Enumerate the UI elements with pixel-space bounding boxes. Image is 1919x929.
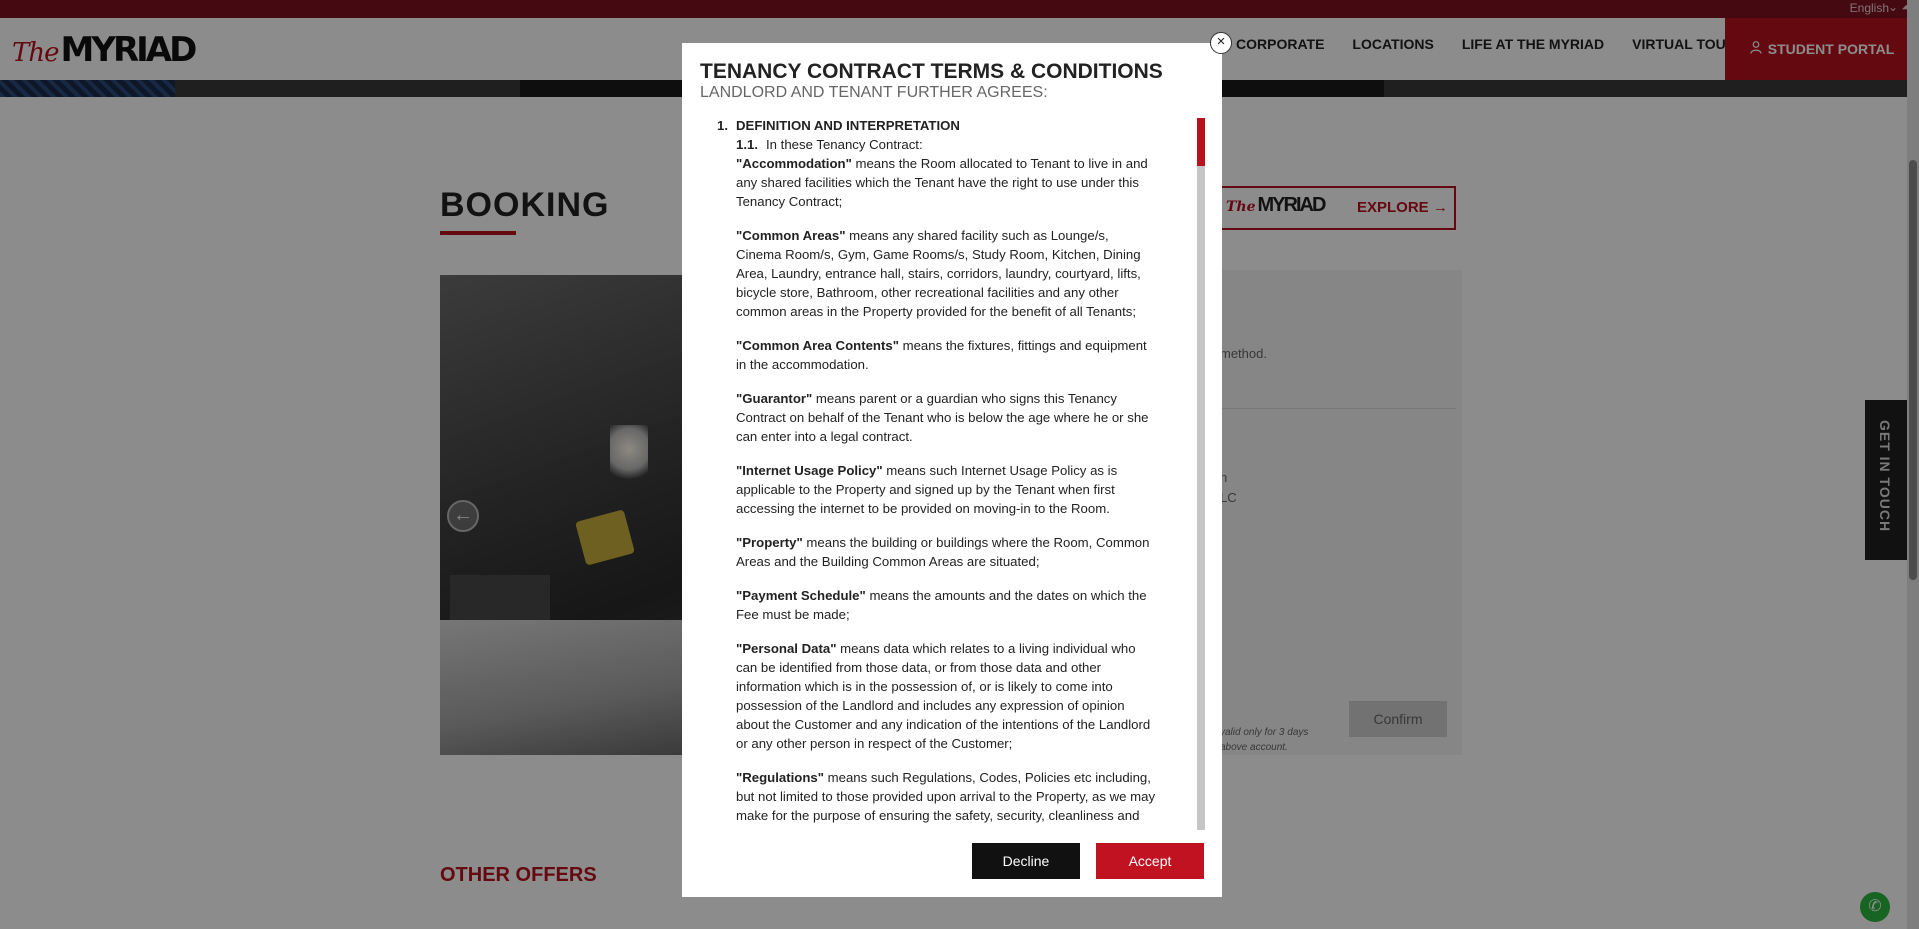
definition-term: "Common Area Contents" — [736, 338, 899, 353]
definition-item: "Accommodation" means the Room allocated… — [717, 154, 1157, 211]
definition-term: "Personal Data" — [736, 641, 837, 656]
definitions-list: "Accommodation" means the Room allocated… — [717, 154, 1157, 826]
definition-item: "Property" means the building or buildin… — [717, 533, 1157, 571]
modal-scrollbar[interactable] — [1197, 118, 1205, 830]
close-icon[interactable]: × — [1210, 32, 1232, 54]
definition-term: "Common Areas" — [736, 228, 846, 243]
definition-term: "Payment Schedule" — [736, 588, 866, 603]
section-number: 1. — [717, 118, 728, 133]
modal-subtitle: LANDLORD AND TENANT FURTHER AGREES: — [700, 84, 1048, 101]
definition-term: "Guarantor" — [736, 391, 813, 406]
clause-number: 1.1. — [736, 137, 758, 152]
definition-term: "Property" — [736, 535, 803, 550]
definition-item: "Payment Schedule" means the amounts and… — [717, 586, 1157, 624]
decline-button[interactable]: Decline — [972, 843, 1080, 879]
modal-title: TENANCY CONTRACT TERMS & CONDITIONS — [700, 60, 1163, 83]
terms-content[interactable]: 1. DEFINITION AND INTERPRETATION 1.1. In t… — [717, 116, 1157, 826]
definition-item: "Internet Usage Policy" means such Inter… — [717, 461, 1157, 518]
definition-item: "Personal Data" means data which relates… — [717, 639, 1157, 753]
terms-modal: TENANCY CONTRACT TERMS & CONDITIONS LAND… — [682, 43, 1222, 897]
definition-item: "Common Areas" means any shared facility… — [717, 226, 1157, 321]
accept-button[interactable]: Accept — [1096, 843, 1204, 879]
clause: 1.1. In these Tenancy Contract: — [717, 135, 1157, 154]
definition-item: "Common Area Contents" means the fixture… — [717, 336, 1157, 374]
definition-term: "Accommodation" — [736, 156, 852, 171]
definition-term: "Internet Usage Policy" — [736, 463, 883, 478]
definition-term: "Regulations" — [736, 770, 824, 785]
clause-text: In these Tenancy Contract: — [766, 137, 923, 152]
section-heading: 1. DEFINITION AND INTERPRETATION — [717, 116, 1157, 135]
section-title: DEFINITION AND INTERPRETATION — [736, 118, 960, 133]
definition-text: means data which relates to a living ind… — [736, 641, 1151, 751]
definition-item: "Regulations" means such Regulations, Co… — [717, 768, 1157, 826]
modal-scrollbar-thumb[interactable] — [1197, 118, 1205, 166]
definition-item: "Guarantor" means parent or a guardian w… — [717, 389, 1157, 446]
